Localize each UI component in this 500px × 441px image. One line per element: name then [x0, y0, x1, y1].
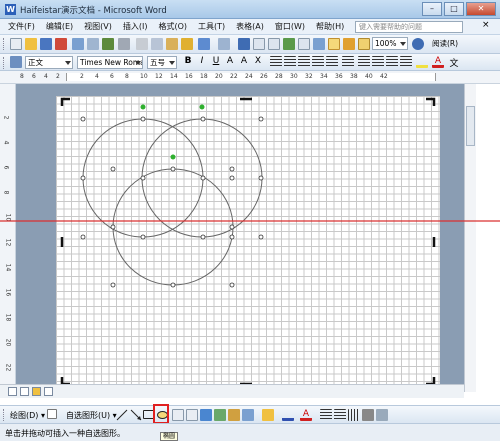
wordart-icon[interactable]	[200, 409, 212, 421]
rotate-handle[interactable]	[140, 104, 146, 110]
rotate-handle[interactable]	[199, 104, 205, 110]
sizing-handles[interactable]	[80, 116, 264, 288]
autoshapes-menu-button[interactable]: 自选图形(U) ▾	[66, 410, 117, 421]
3d-style-icon[interactable]	[376, 409, 388, 421]
vertical-textbox-icon[interactable]	[186, 409, 198, 421]
line-color-icon[interactable]	[282, 409, 294, 421]
dash-style-icon[interactable]	[334, 409, 346, 421]
status-bar: 单击并拖动可插入一种自选图形。	[0, 423, 500, 441]
horizontal-scrollbar[interactable]	[0, 384, 464, 398]
normal-view-icon[interactable]	[8, 387, 17, 396]
line-tool-icon[interactable]	[116, 409, 128, 421]
ellipse-shape-bottom[interactable]	[112, 168, 234, 286]
oval-tooltip: 椭圆	[160, 432, 179, 441]
rotate-handle[interactable]	[170, 154, 176, 160]
arrow-tool-icon[interactable]	[130, 409, 142, 421]
canvas-crop-marks	[60, 97, 436, 386]
shadow-style-icon[interactable]	[362, 409, 374, 421]
oval-tool-highlight	[153, 404, 169, 424]
insert-picture-icon[interactable]	[242, 409, 254, 421]
diagram-icon[interactable]	[214, 409, 226, 421]
textbox-icon[interactable]	[172, 409, 184, 421]
draw-menu-button[interactable]: 绘图(D) ▾	[10, 410, 45, 421]
status-text: 单击并拖动可插入一种自选图形。	[5, 429, 125, 438]
drawing-canvas	[0, 97, 500, 386]
arrow-style-icon[interactable]	[348, 409, 360, 421]
toolbar-grip[interactable]	[3, 409, 6, 421]
font-color-icon[interactable]: A	[300, 409, 312, 421]
print-layout-icon[interactable]	[32, 387, 41, 396]
clipart-icon[interactable]	[228, 409, 240, 421]
select-objects-icon[interactable]	[47, 409, 57, 419]
web-view-icon[interactable]	[20, 387, 29, 396]
fill-color-icon[interactable]	[262, 409, 274, 421]
drawing-toolbar: 绘图(D) ▾ 自选图形(U) ▾ A	[0, 405, 500, 423]
outline-view-icon[interactable]	[44, 387, 53, 396]
line-style-icon[interactable]	[320, 409, 332, 421]
